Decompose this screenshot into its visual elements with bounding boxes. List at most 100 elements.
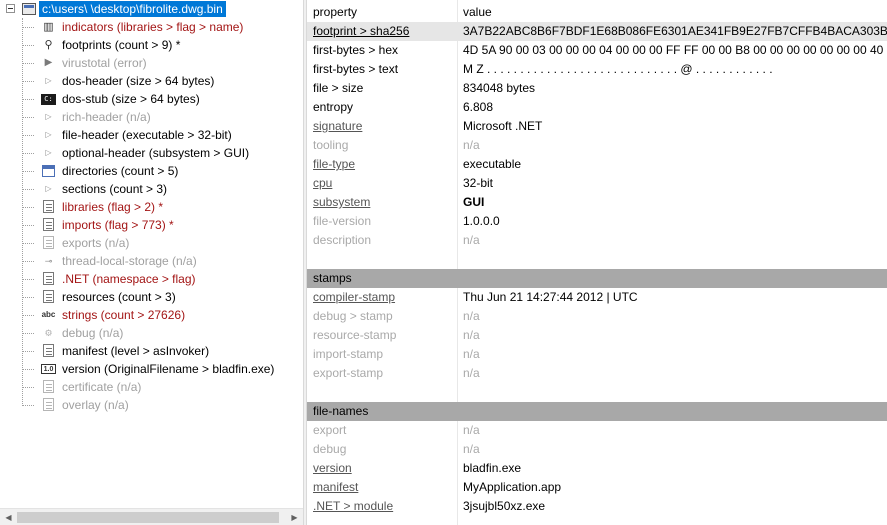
tree-panel[interactable]: c:\users\ \desktop\fibrolite.dwg.bin ▥ in…	[0, 0, 303, 525]
version-icon: 1.0	[41, 364, 56, 374]
property-cell: debug	[313, 442, 347, 456]
tree-item[interactable]: directories (count > 5)	[0, 162, 303, 180]
scroll-right-arrow-icon[interactable]: ▶	[286, 509, 303, 525]
tree-item-label: debug (n/a)	[62, 326, 124, 340]
grid-row[interactable]: cpu 32-bit	[307, 174, 887, 193]
tree-root-label[interactable]: c:\users\ \desktop\fibrolite.dwg.bin	[39, 1, 226, 17]
tree-connector	[22, 189, 34, 190]
value-cell	[463, 250, 887, 269]
horizontal-scrollbar[interactable]: ◀ ▶	[0, 508, 303, 525]
grid-row[interactable]: file-type executable	[307, 155, 887, 174]
tree-connector	[22, 279, 34, 280]
tree-connector	[22, 261, 34, 262]
tree-item[interactable]: ▷ rich-header (n/a)	[0, 108, 303, 126]
tree-item[interactable]: exports (n/a)	[0, 234, 303, 252]
grid-row[interactable]: entropy 6.808	[307, 98, 887, 117]
grid-row[interactable]: description n/a	[307, 231, 887, 250]
property-cell	[313, 250, 455, 269]
property-cell: .NET > module	[313, 499, 394, 513]
grid-row[interactable]: manifest MyApplication.app	[307, 478, 887, 497]
property-cell: signature	[313, 119, 363, 133]
grid-row[interactable]: first-bytes > hex 4D 5A 90 00 03 00 00 00…	[307, 41, 887, 60]
tree-item-label: directories (count > 5)	[62, 164, 179, 178]
grid-row[interactable]: version bladfin.exe	[307, 459, 887, 478]
tree-connector	[22, 99, 34, 100]
grid-row[interactable]: debug n/a	[307, 440, 887, 459]
tree-item[interactable]: .NET (namespace > flag)	[0, 270, 303, 288]
tree-item[interactable]: imports (flag > 773) *	[0, 216, 303, 234]
property-cell: footprint > sha256	[313, 24, 410, 38]
grid-row[interactable]: debug > stamp n/a	[307, 307, 887, 326]
tree-item[interactable]: ⊸ thread-local-storage (n/a)	[0, 252, 303, 270]
tree-connector	[22, 171, 34, 172]
value-cell: MyApplication.app	[463, 480, 562, 494]
grid-row[interactable]: subsystem GUI	[307, 193, 887, 212]
value-cell: 1.0.0.0	[463, 214, 500, 228]
collapse-icon[interactable]	[6, 4, 15, 13]
tree-item[interactable]: ▷ sections (count > 3)	[0, 180, 303, 198]
grid-row[interactable]: signature Microsoft .NET	[307, 117, 887, 136]
value-cell: Thu Jun 21 14:27:44 2012 | UTC	[463, 290, 638, 304]
tree-item[interactable]: ▶ virustotal (error)	[0, 54, 303, 72]
tree-item[interactable]: ▥ indicators (libraries > flag > name)	[0, 18, 303, 36]
tree-item[interactable]: manifest (level > asInvoker)	[0, 342, 303, 360]
imports-icon	[43, 218, 54, 231]
column-header-property[interactable]: property	[313, 3, 455, 22]
tree-item[interactable]: resources (count > 3)	[0, 288, 303, 306]
tree-item[interactable]: abc strings (count > 27626)	[0, 306, 303, 324]
tree-item-label: footprints (count > 9) *	[62, 38, 181, 52]
grid-row[interactable]: tooling n/a	[307, 136, 887, 155]
tree-connector	[22, 45, 34, 46]
scroll-left-arrow-icon[interactable]: ◀	[0, 509, 17, 525]
section-header-row[interactable]: file-names	[307, 402, 887, 421]
debug-icon: ⚙	[44, 328, 53, 338]
grid-row[interactable]: export n/a	[307, 421, 887, 440]
value-cell: n/a	[463, 423, 480, 437]
grid-row[interactable]: file > size 834048 bytes	[307, 79, 887, 98]
tree-item[interactable]: C: dos-stub (size > 64 bytes)	[0, 90, 303, 108]
tree-item-label: .NET (namespace > flag)	[62, 272, 196, 286]
scrollbar-thumb[interactable]	[17, 512, 279, 523]
tree-connector	[22, 135, 34, 136]
grid-row[interactable]: resource-stamp n/a	[307, 326, 887, 345]
property-cell: resource-stamp	[313, 328, 397, 342]
grid-row[interactable]: first-bytes > text M Z . . . . . . . . . …	[307, 60, 887, 79]
property-cell: file-type	[313, 157, 356, 171]
file-icon	[22, 3, 36, 15]
tree-item[interactable]: ▷ optional-header (subsystem > GUI)	[0, 144, 303, 162]
column-header-value[interactable]: value	[463, 3, 887, 22]
grid-row[interactable]: footprint > sha256 3A7B22ABC8B6F7BDF1E68B…	[307, 22, 887, 41]
tree-item[interactable]: ⚙ debug (n/a)	[0, 324, 303, 342]
exports-icon	[43, 236, 54, 249]
tree-item[interactable]: certificate (n/a)	[0, 378, 303, 396]
tree-item-label: dos-header (size > 64 bytes)	[62, 74, 215, 88]
tree-item[interactable]: 1.0 version (OriginalFilename > bladfin.e…	[0, 360, 303, 378]
grid-row	[307, 250, 887, 269]
grid-row[interactable]: export-stamp n/a	[307, 364, 887, 383]
tree-item[interactable]: ⚲ footprints (count > 9) *	[0, 36, 303, 54]
grid-row[interactable]: compiler-stamp Thu Jun 21 14:27:44 2012 |…	[307, 288, 887, 307]
optional-header-icon: ▷	[45, 148, 52, 157]
tree-item[interactable]: ▷ dos-header (size > 64 bytes)	[0, 72, 303, 90]
grid-row[interactable]: .NET > module 3jsujbl50xz.exe	[307, 497, 887, 516]
tree-connector	[22, 333, 34, 334]
value-cell: Microsoft .NET	[463, 119, 543, 133]
tree-item[interactable]: ▷ file-header (executable > 32-bit)	[0, 126, 303, 144]
grid-row[interactable]: file-version 1.0.0.0	[307, 212, 887, 231]
value-cell: 834048 bytes	[463, 81, 536, 95]
tree-connector	[22, 153, 34, 154]
resources-icon	[43, 290, 54, 303]
tree-connector	[22, 369, 34, 370]
tree-item-label: manifest (level > asInvoker)	[62, 344, 210, 358]
tree-item[interactable]: libraries (flag > 2) *	[0, 198, 303, 216]
tree-item[interactable]: overlay (n/a)	[0, 396, 303, 414]
section-header-row[interactable]: stamps	[307, 269, 887, 288]
property-cell: first-bytes > hex	[313, 43, 399, 57]
file-header-icon: ▷	[45, 130, 52, 139]
value-cell: GUI	[463, 195, 485, 209]
grid-row[interactable]: import-stamp n/a	[307, 345, 887, 364]
property-cell: debug > stamp	[313, 309, 393, 323]
tree-item-label: file-header (executable > 32-bit)	[62, 128, 232, 142]
property-cell: file-names	[313, 404, 369, 418]
tree-root-node[interactable]: c:\users\ \desktop\fibrolite.dwg.bin	[0, 0, 303, 18]
